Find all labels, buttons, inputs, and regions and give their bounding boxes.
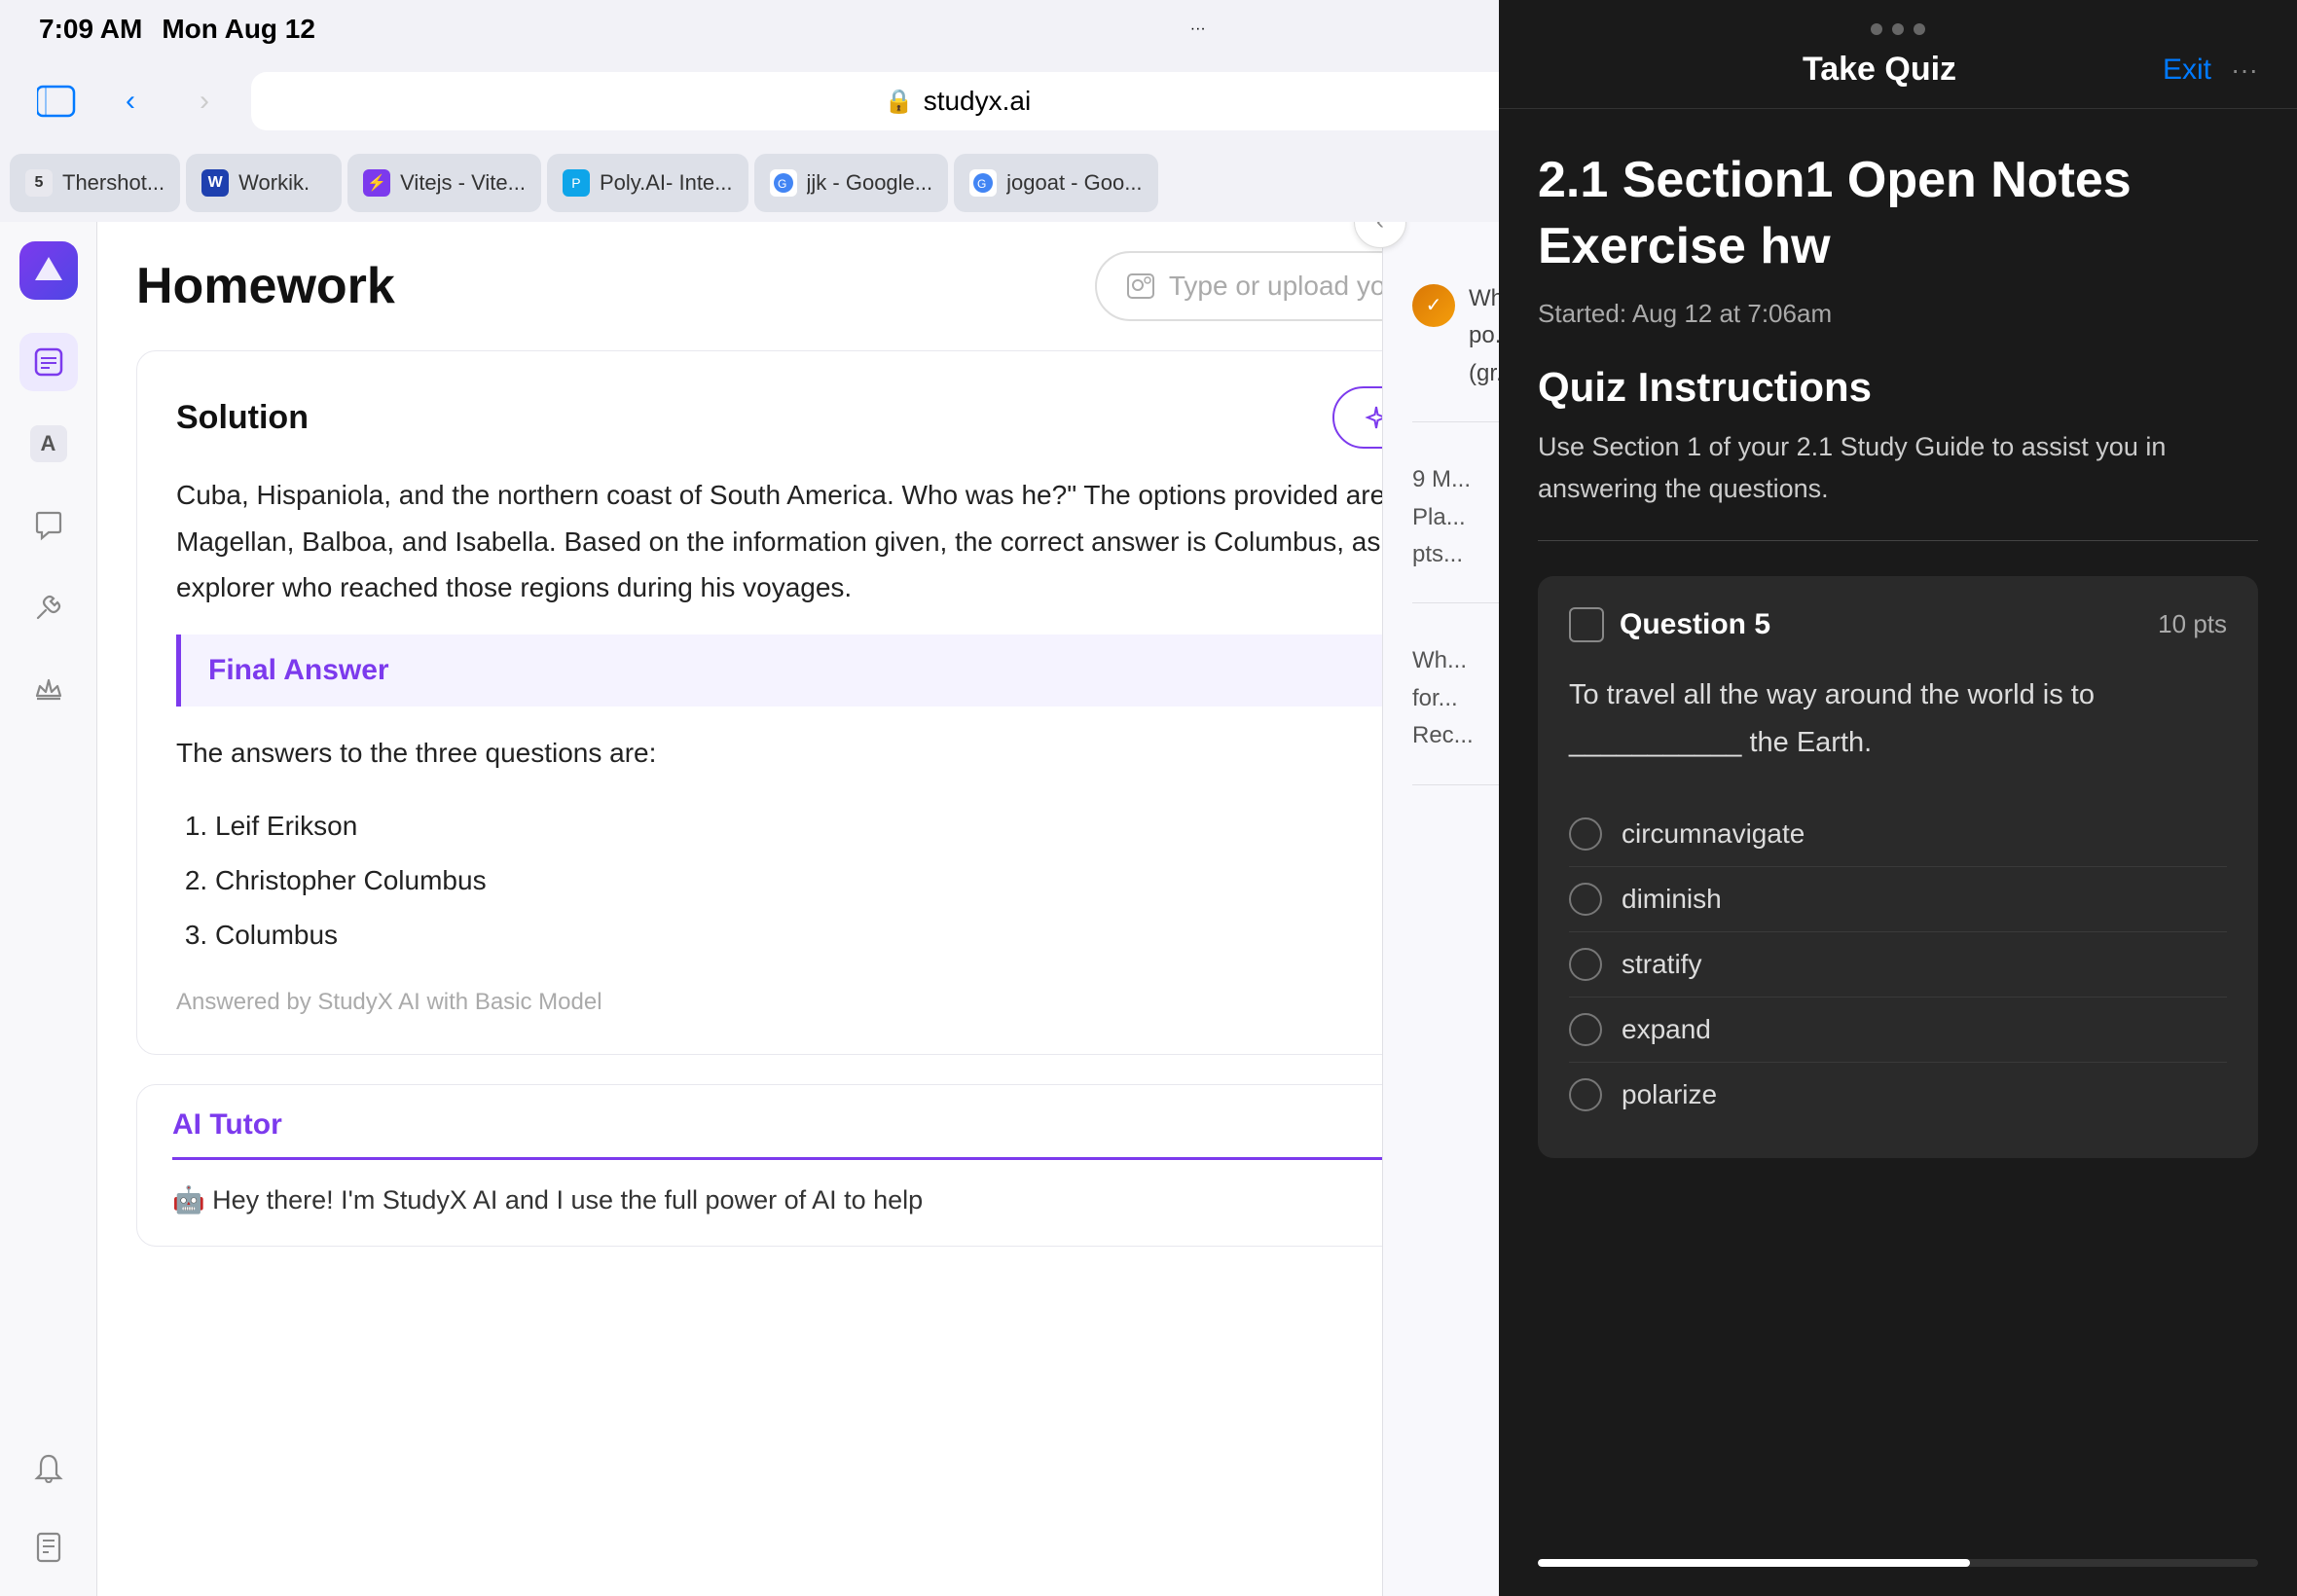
answer-options: circumnavigate diminish stratify expand … [1569,802,2227,1127]
panel-row-1-badge: ✓ [1412,284,1455,327]
app-logo [19,241,78,300]
sidebar-item-chat[interactable] [19,496,78,555]
tab-5[interactable]: G jjk - Google... [754,154,949,212]
final-answer-label: Final Answer [208,654,389,686]
tab-1-label: Ther­shot... [62,170,164,196]
sidebar-item-saved[interactable] [19,1518,78,1577]
question-header: Question 5 10 pts [1569,607,2227,642]
option-b-text: diminish [1622,884,1722,915]
tab-1-favicon: 5 [25,169,53,197]
radio-a[interactable] [1569,817,1602,851]
tab-3[interactable]: ⚡ Vitejs - Vite... [347,154,541,212]
question-pts: 10 pts [2158,609,2227,639]
tab-2-favicon: W [201,169,229,197]
option-d-text: expand [1622,1014,1711,1045]
option-e-text: polarize [1622,1079,1717,1110]
answer-option-b[interactable]: diminish [1569,867,2227,932]
quiz-name: 2.1 Section1 Open Notes Exercise hw [1538,148,2258,279]
tab-6-label: jogoat - Goo... [1006,170,1142,196]
tab-4-favicon: P [563,169,590,197]
dots-icon: ··· [1190,20,1206,38]
panel-row-2-text: 9 M...Pla...pts... [1412,461,1471,573]
sidebar-bottom [19,1440,78,1577]
tab-4-label: Poly.AI- Inte... [600,170,733,196]
svg-text:G: G [778,177,786,191]
browser-chrome: ‹ › 🔒 studyx.ai 5 Ther­shot... W Workik.… [0,58,1694,222]
tab-5-label: jjk - Google... [807,170,933,196]
credit-text: Answered by StudyX AI with Basic Model [176,989,602,1016]
status-bar-center: ··· [1190,20,1206,38]
tab-2[interactable]: W Workik. [186,154,342,212]
sidebar-item-tools[interactable] [19,578,78,636]
question-number: Question 5 [1620,608,1770,641]
browser-toolbar: ‹ › 🔒 studyx.ai [0,58,1694,144]
search-bar-image-icon [1126,272,1155,300]
forward-button[interactable]: › [177,74,232,128]
dot-3 [1914,23,1925,35]
quiz-instructions-title: Quiz Instructions [1538,364,2258,411]
answer-option-c[interactable]: stratify [1569,932,2227,998]
lock-icon: 🔒 [885,88,914,116]
browser-tabs: 5 Ther­shot... W Workik. ⚡ Vitejs - Vite… [0,144,1694,222]
url-bar[interactable]: 🔒 studyx.ai [251,72,1664,130]
panel-row-3-text: Wh...for...Rec... [1412,642,1474,754]
time: 7:09 AM [39,14,142,45]
browser-content-area: A [0,222,1694,1596]
question-header-left: Question 5 [1569,607,1770,642]
url-text: studyx.ai [924,86,1032,117]
quiz-divider [1538,540,2258,541]
option-c-text: stratify [1622,949,1701,980]
quiz-progress-bar [1538,1559,2258,1567]
option-a-text: circumnavigate [1622,818,1805,850]
radio-e[interactable] [1569,1078,1602,1111]
tab-6[interactable]: G jogoat - Goo... [954,154,1157,212]
answer-option-e[interactable]: polarize [1569,1063,2227,1127]
quiz-progress-fill [1538,1559,1970,1567]
svg-text:G: G [977,177,986,191]
quiz-exit-button[interactable]: Exit [2163,54,2211,87]
dot-1 [1871,23,1882,35]
solution-label: Solution [176,399,309,437]
question-text: To travel all the way around the world i… [1569,671,2227,768]
tab-4[interactable]: P Poly.AI- Inte... [547,154,748,212]
tab-6-favicon: G [969,169,997,197]
quiz-more-button[interactable]: ··· [2231,54,2258,86]
tab-5-favicon: G [770,169,797,197]
quiz-instructions-text: Use Section 1 of your 2.1 Study Guide to… [1538,426,2258,510]
sidebar-item-homework[interactable] [19,333,78,391]
app-sidebar: A [0,222,97,1596]
question-checkbox[interactable] [1569,607,1604,642]
back-button[interactable]: ‹ [103,74,158,128]
tab-1[interactable]: 5 Ther­shot... [10,154,180,212]
quiz-body: 2.1 Section1 Open Notes Exercise hw Star… [1499,109,2297,1559]
tab-3-favicon: ⚡ [363,169,390,197]
dot-2 [1892,23,1904,35]
quiz-header-actions: Exit ··· [2163,54,2258,87]
radio-b[interactable] [1569,883,1602,916]
question-card: Question 5 10 pts To travel all the way … [1538,576,2258,1159]
sidebar-toggle-button[interactable] [29,74,84,128]
page-title: Homework [136,257,395,315]
sidebar-item-crown[interactable] [19,660,78,718]
date: Mon Aug 12 [162,14,315,45]
answer-option-d[interactable]: expand [1569,998,2227,1063]
radio-c[interactable] [1569,948,1602,981]
quiz-title: Take Quiz [1803,51,1956,89]
quiz-header: Take Quiz Exit ··· [1499,51,2297,109]
sidebar-item-ai[interactable]: A [19,415,78,473]
quiz-overlay: Take Quiz Exit ··· 2.1 Section1 Open Not… [1499,0,2297,1596]
status-bar-left: 7:09 AM Mon Aug 12 [39,14,315,45]
tab-3-label: Vitejs - Vite... [400,170,526,196]
radio-d[interactable] [1569,1013,1602,1046]
answer-option-a[interactable]: circumnavigate [1569,802,2227,867]
tab-2-label: Workik. [238,170,310,196]
sidebar-item-notifications[interactable] [19,1440,78,1499]
quiz-started: Started: Aug 12 at 7:06am [1538,299,2258,329]
quiz-dots [1499,0,2297,51]
